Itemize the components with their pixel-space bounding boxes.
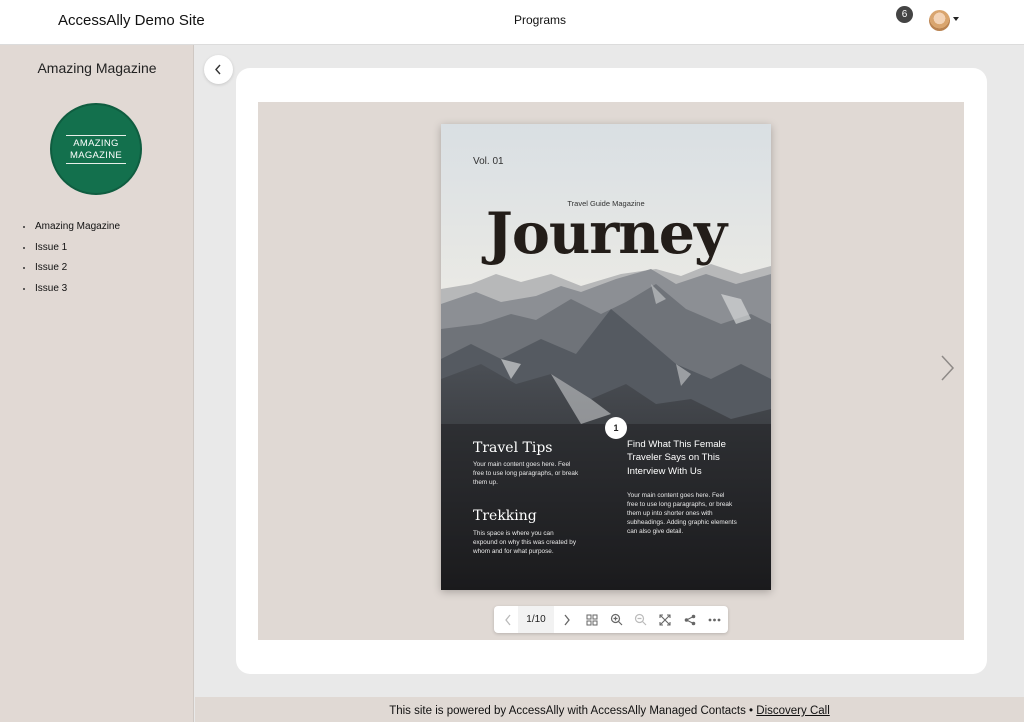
volume-label: Vol. 01 — [473, 156, 504, 167]
sidebar-item-issue-2[interactable]: Issue 2 — [22, 262, 120, 283]
top-bar: AccessAlly Demo Site Programs 6 — [0, 0, 1024, 45]
sidebar-title: Amazing Magazine — [37, 60, 157, 76]
interview-body: Your main content goes here. Feel free t… — [627, 492, 737, 535]
chevron-right-icon — [564, 614, 570, 625]
collapse-sidebar-button[interactable] — [204, 55, 233, 84]
logo-divider — [66, 163, 126, 164]
magazine-page[interactable]: Vol. 01 Travel Guide Magazine Journey 1 … — [441, 124, 771, 590]
share-icon — [684, 614, 696, 625]
notification-badge[interactable]: 6 — [896, 6, 913, 23]
avatar[interactable] — [929, 10, 950, 31]
footer: This site is powered by AccessAlly with … — [195, 697, 1024, 722]
magazine-headline: Journey — [485, 200, 727, 267]
chevron-down-icon[interactable] — [953, 17, 959, 21]
previous-page-button[interactable] — [498, 606, 518, 633]
more-dots-icon — [708, 618, 720, 621]
zoom-in-icon — [610, 613, 622, 626]
sidebar-menu: Amazing Magazine Issue 1 Issue 2 Issue 3 — [22, 221, 120, 303]
page-indicator: 1/10 — [518, 606, 554, 633]
thumbnails-button[interactable] — [580, 606, 604, 633]
footer-powered-by: This site is powered by AccessAlly with … — [389, 705, 754, 717]
trekking-body: This space is where you can expound on w… — [473, 530, 577, 555]
logo-text-line1: AMAZING — [73, 138, 119, 149]
nav-programs-link[interactable]: Programs — [0, 13, 1024, 27]
trekking-heading: Trekking — [473, 508, 537, 524]
magazine-logo: AMAZING MAGAZINE — [50, 103, 142, 195]
interview-heading: Find What This Female Traveler Says on T… — [627, 439, 726, 477]
next-page-arrow-icon[interactable] — [940, 355, 956, 381]
next-page-button[interactable] — [556, 606, 578, 633]
logo-text-line2: MAGAZINE — [69, 150, 122, 161]
sidebar: Amazing Magazine AMAZING MAGAZINE Amazin… — [0, 45, 194, 722]
chevron-left-icon — [505, 614, 511, 625]
grid-icon — [586, 614, 598, 625]
flipbook-toolbar: 1/10 — [494, 606, 728, 633]
zoom-in-button[interactable] — [604, 606, 628, 633]
fullscreen-button[interactable] — [653, 606, 677, 633]
sidebar-item-issue-3[interactable]: Issue 3 — [22, 283, 120, 304]
discovery-call-link[interactable]: Discovery Call — [756, 705, 830, 717]
logo-divider — [66, 135, 126, 136]
footer-text: This site is powered by AccessAlly with … — [195, 705, 1024, 717]
zoom-out-button[interactable] — [628, 606, 652, 633]
sidebar-item-amazing-magazine[interactable]: Amazing Magazine — [22, 221, 120, 242]
share-button[interactable] — [678, 606, 702, 633]
page-number-badge: 1 — [605, 417, 627, 439]
chevron-left-icon — [215, 64, 221, 75]
sidebar-item-issue-1[interactable]: Issue 1 — [22, 242, 120, 263]
more-options-button[interactable] — [702, 606, 726, 633]
zoom-out-icon — [634, 613, 646, 626]
travel-tips-body: Your main content goes here. Feel free t… — [473, 461, 579, 486]
fullscreen-icon — [659, 613, 671, 626]
travel-tips-heading: Travel Tips — [473, 440, 553, 456]
